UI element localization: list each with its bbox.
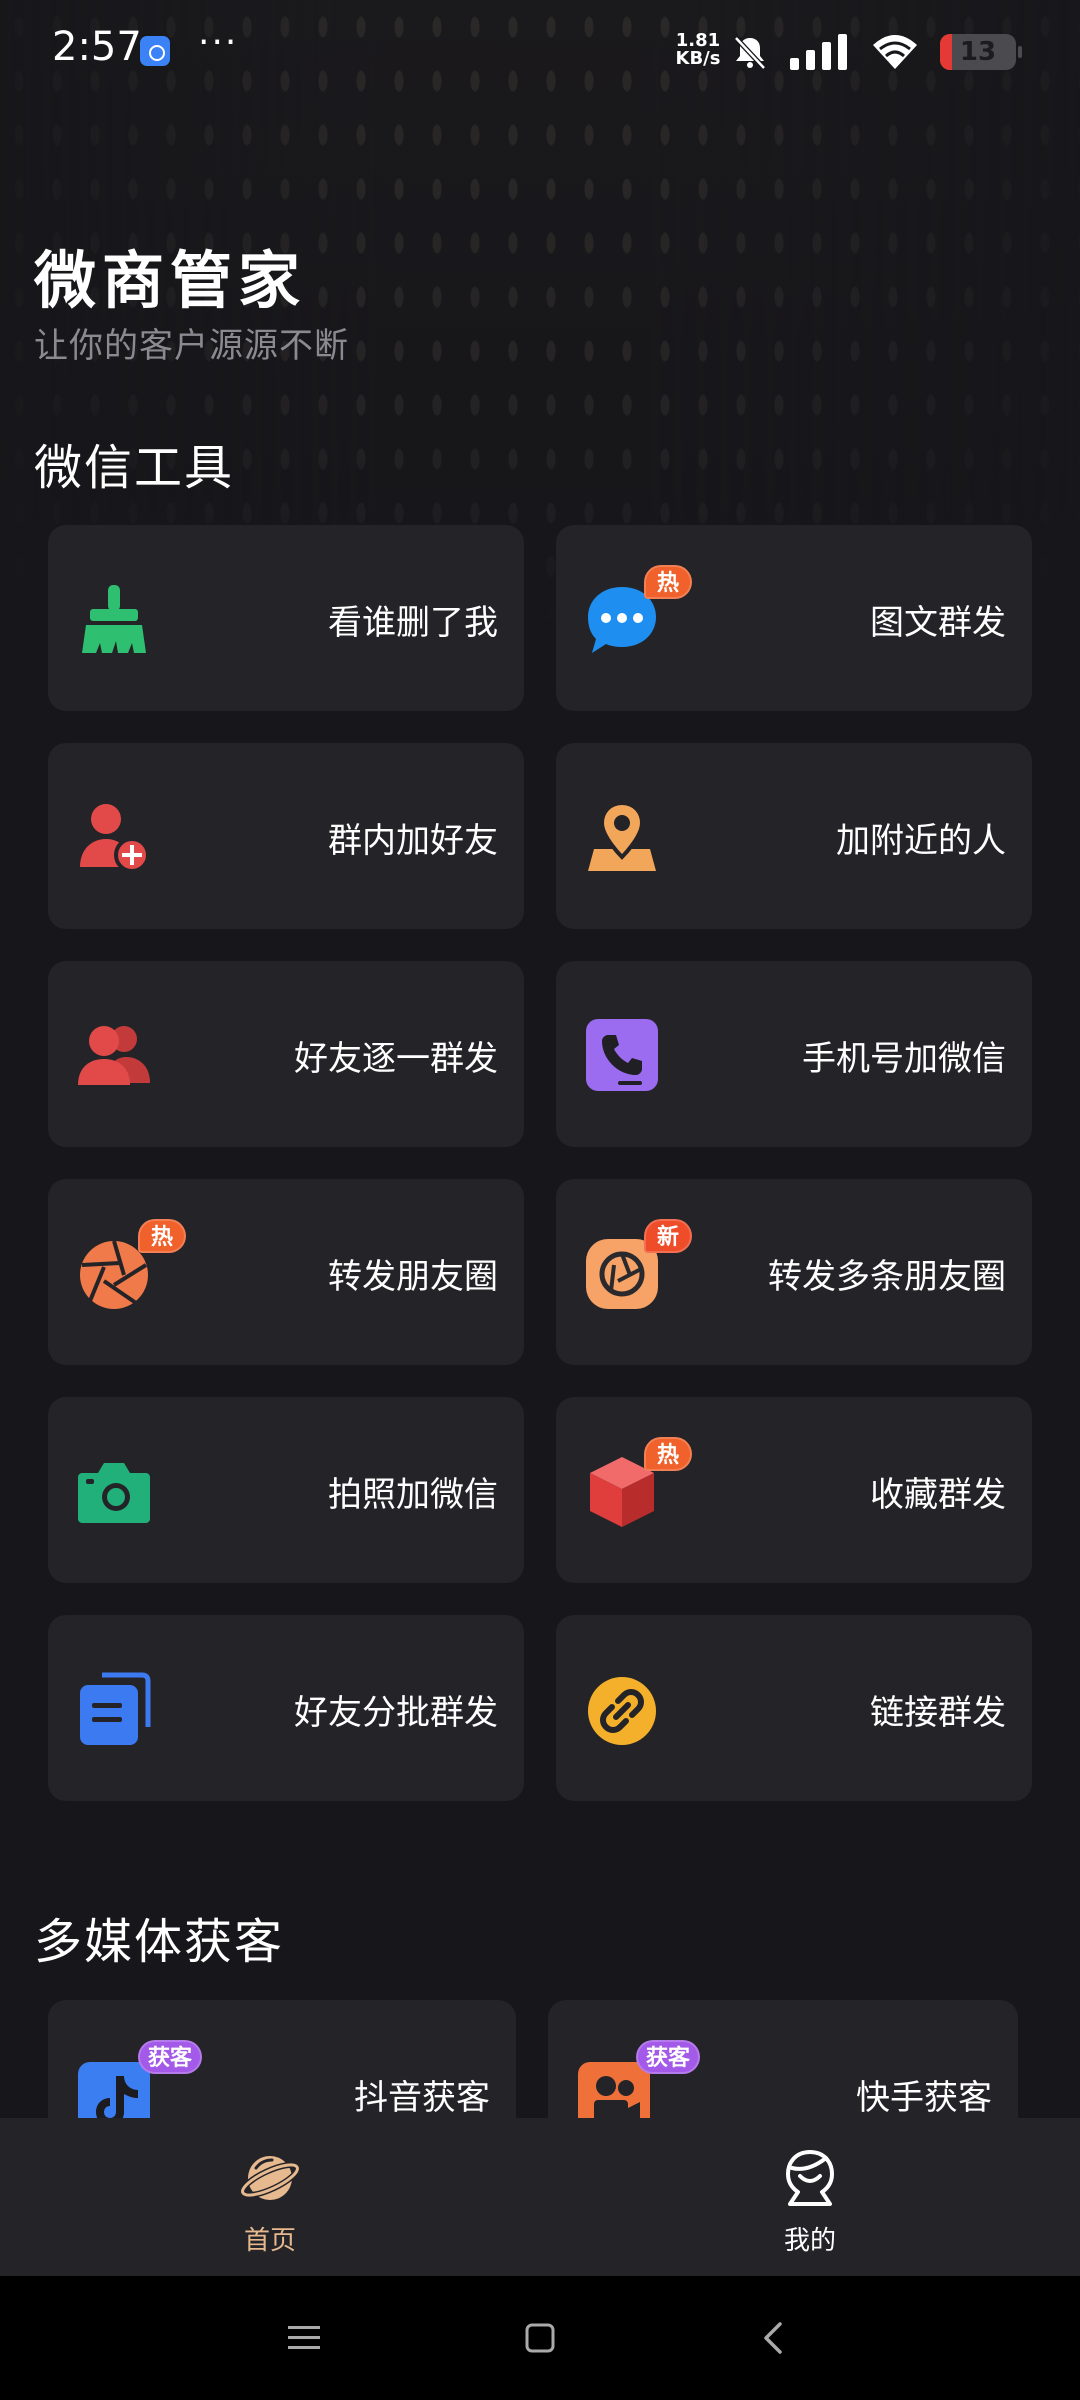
tool-label: 好友逐一群发 [294, 1039, 498, 1079]
tool-label: 加附近的人 [836, 821, 1006, 861]
tool-card-friends-batch-broadcast[interactable]: 好友分批群发 [48, 1615, 524, 1801]
tool-card-friends-one-by-one-broadcast[interactable]: 好友逐一群发 [48, 961, 524, 1147]
users-icon [78, 1026, 150, 1085]
section-title-wechat-tools: 微信工具 [34, 440, 235, 496]
tool-label: 图文群发 [870, 603, 1006, 643]
section-title-multimedia: 多媒体获客 [34, 1914, 285, 1970]
back-chevron-icon[interactable] [748, 2312, 800, 2364]
tool-card-favorites-broadcast[interactable]: 热 收藏群发 [556, 1397, 1032, 1583]
planet-icon [239, 2156, 301, 2200]
tool-card-forward-multiple-moments[interactable]: 新 转发多条朋友圈 [556, 1179, 1032, 1365]
status-time: 2:57 [52, 24, 142, 70]
home-square-icon[interactable] [514, 2312, 566, 2364]
get-customers-badge: 获客 [138, 2040, 203, 2074]
tool-label: 群内加好友 [328, 821, 498, 861]
network-speed: 1.81 KB/s [670, 32, 726, 68]
menu-icon[interactable] [278, 2312, 330, 2364]
tool-label: 手机号加微信 [802, 1039, 1006, 1079]
network-speed-unit: KB/s [675, 48, 721, 69]
add-user-icon [80, 804, 150, 873]
get-customers-badge: 获客 [636, 2040, 701, 2074]
battery-indicator: 13 [940, 34, 1022, 70]
status-icons: 13 [730, 30, 1022, 74]
tool-card-forward-moments[interactable]: 热 转发朋友圈 [48, 1179, 524, 1365]
system-navigation-bar [0, 2276, 1080, 2400]
signal-icon [790, 34, 847, 70]
status-bar: 2:57 ··· 1.81 KB/s 13 [0, 0, 1080, 100]
nav-label-mine: 我的 [783, 2226, 836, 2256]
tool-label: 好友分批群发 [294, 1693, 498, 1733]
nav-tab-home[interactable]: 首页 [0, 2118, 540, 2276]
broom-icon [82, 585, 146, 653]
new-badge: 新 [644, 1219, 692, 1253]
wifi-icon [873, 35, 917, 69]
tool-label: 链接群发 [870, 1693, 1006, 1733]
tool-label: 转发朋友圈 [328, 1257, 498, 1297]
hotspot-icon [140, 36, 170, 66]
tool-label: 转发多条朋友圈 [768, 1257, 1006, 1297]
hot-badge: 热 [138, 1219, 186, 1253]
phone-icon [586, 1019, 658, 1091]
nav-tab-mine[interactable]: 我的 [540, 2118, 1080, 2276]
tool-card-add-nearby-people[interactable]: 加附近的人 [556, 743, 1032, 929]
location-pin-icon [588, 800, 656, 871]
tool-label: 拍照加微信 [328, 1475, 498, 1515]
mute-bell-icon [734, 36, 766, 70]
app-subtitle: 让你的客户源源不断 [34, 326, 349, 366]
app-screen: 2:57 ··· 1.81 KB/s 13 微商管家 让你的客户源源不断 微信工… [0, 0, 1080, 2400]
battery-level: 13 [959, 37, 997, 67]
tool-card-link-broadcast[interactable]: 链接群发 [556, 1615, 1032, 1801]
link-icon [588, 1677, 656, 1745]
app-title: 微商管家 [34, 244, 307, 317]
profile-icon [786, 2150, 834, 2206]
hot-badge: 热 [644, 1437, 692, 1471]
camera-icon [78, 1463, 150, 1523]
tool-card-image-text-broadcast[interactable]: 热 图文群发 [556, 525, 1032, 711]
tool-card-photo-add-wechat[interactable]: 拍照加微信 [48, 1397, 524, 1583]
nav-label-home: 首页 [243, 2226, 296, 2256]
bottom-navigation: 首页 我的 [0, 2118, 1080, 2276]
tool-card-phone-add-wechat[interactable]: 手机号加微信 [556, 961, 1032, 1147]
tool-label: 看谁删了我 [328, 603, 498, 643]
hot-badge: 热 [644, 565, 692, 599]
document-stack-icon [80, 1672, 151, 1745]
tool-card-group-add-friends[interactable]: 群内加好友 [48, 743, 524, 929]
tool-label: 收藏群发 [870, 1475, 1006, 1515]
media-label: 快手获客 [856, 2078, 992, 2118]
tool-card-who-deleted-me[interactable]: 看谁删了我 [48, 525, 524, 711]
status-more-icon: ··· [198, 22, 239, 63]
media-label: 抖音获客 [354, 2078, 490, 2118]
